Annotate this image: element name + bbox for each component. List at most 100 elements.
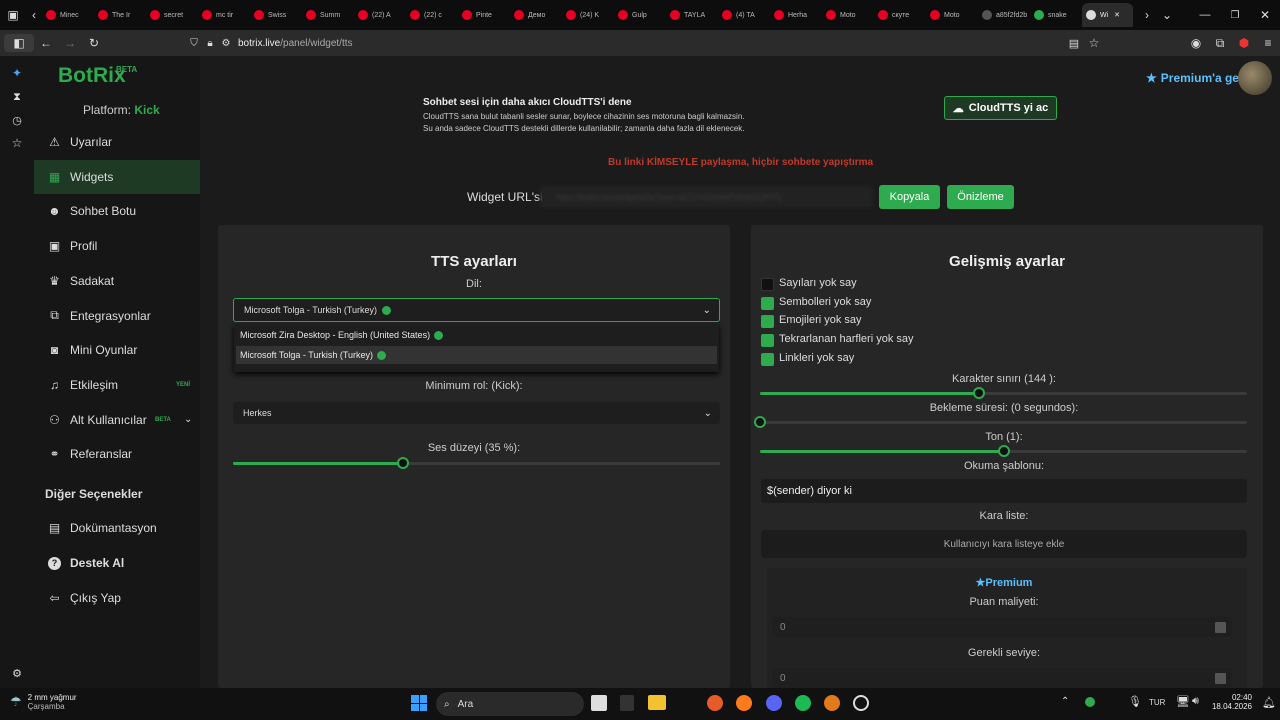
cloudtts-open-button[interactable]: ☁ CloudTTS yi ac [944,96,1057,120]
sidebar-item-referanslar[interactable]: ⚭ Referanslar [34,437,200,471]
stepper-icon[interactable] [1215,672,1226,684]
browser-app-icon[interactable] [707,695,723,711]
close-window-icon[interactable]: ✕ [1250,8,1280,22]
widget-url-input[interactable]: https://botrix.live/widgets/tts/?pas=sk7… [540,186,873,208]
preview-button[interactable]: Önizleme [947,185,1014,209]
browser-tab[interactable]: The Ir [94,3,145,27]
minimize-icon[interactable]: — [1190,9,1220,21]
browser-tab[interactable]: TAYLA [666,3,717,27]
browser-tab[interactable]: (4) TA [718,3,769,27]
file-explorer-icon[interactable] [648,695,666,710]
network-icon[interactable]: 🖥︎ [1176,695,1190,708]
cost-input[interactable]: 0 [772,617,1232,637]
reader-mode-icon[interactable]: ▤ [1064,37,1084,50]
bookmark-star-icon[interactable]: ☆ [1084,36,1104,50]
ai-sparkle-icon[interactable]: ✦ [8,64,26,82]
site-settings-icon[interactable]: ⚙ [218,38,234,49]
clock[interactable]: 02:40 18.04.2026 [1210,693,1252,711]
settings-gear-icon[interactable]: ⚙ [8,664,26,682]
input-language[interactable]: TUR [1149,698,1165,707]
language-option[interactable]: Microsoft Zira Desktop - English (United… [236,326,717,344]
browser-tab[interactable]: Gulp [614,3,665,27]
browser-tab[interactable]: скуте [874,3,925,27]
sidebar-item-widgets[interactable]: ▦ Widgets [34,159,200,194]
browser-tab[interactable]: Minec [42,3,93,27]
steam-icon[interactable] [853,695,869,711]
sidebar-item-profil[interactable]: ▣ Profil [34,229,200,263]
tray-chevron-icon[interactable]: ⌃ [1061,696,1069,707]
browser-tab[interactable]: Moto [926,3,977,27]
sidebar-item-uyar-lar[interactable]: ⚠ Uyarılar [34,125,200,159]
slider-handle[interactable] [754,416,766,428]
tab-close-icon[interactable]: ✕ [1114,11,1120,19]
checkbox[interactable] [761,278,774,291]
browser-tab[interactable]: Pinte [458,3,509,27]
sidebar-item-logout[interactable]: ⇦ Çıkış Yap [34,581,200,615]
avatar[interactable] [1238,61,1272,95]
tab-actions-icon[interactable]: ▣ [0,8,26,22]
browser-tab[interactable]: mc tir [198,3,249,27]
checkbox[interactable] [761,352,774,366]
bookmarks-icon[interactable]: ☆ [8,134,26,152]
sidebar-item-entegrasyonlar[interactable]: ⧉ Entegrasyonlar [34,299,200,333]
stepper-icon[interactable] [1215,621,1226,633]
browser-tab[interactable]: Herha [770,3,821,27]
taskbar-search[interactable]: ⌕ Ara [436,692,584,716]
template-input[interactable]: $(sender) diyor ki [761,479,1247,503]
windows-start-icon[interactable] [411,695,427,711]
browser-tab[interactable]: (22) A [354,3,405,27]
language-option[interactable]: Microsoft Tolga - Turkish (Turkey) [236,346,717,364]
sidebar-item-help[interactable]: ? Destek Al [34,546,200,580]
sidebar-item-mini-oyunlar[interactable]: ◙ Mini Oyunlar [34,333,200,367]
discord-icon[interactable] [766,695,782,711]
volume-icon[interactable]: 🔊︎ [1192,695,1199,708]
browser-tab[interactable]: Wi ✕ [1082,3,1133,27]
sidebar-item-sohbet-botu[interactable]: ☻ Sohbet Botu [34,194,200,228]
tab-list-chevron-icon[interactable]: ⌄ [1157,8,1177,22]
checkbox[interactable] [761,296,774,310]
clock-icon[interactable]: ◷ [8,111,26,129]
checkbox[interactable] [761,334,774,348]
menu-icon[interactable]: ≡ [1256,36,1280,50]
forward-icon[interactable]: → [58,36,82,50]
premium-upgrade-link[interactable]: ★ Premium'a geç [1146,71,1246,85]
min-role-select[interactable]: Herkes ⌄ [233,402,720,424]
sidebar-toggle-icon[interactable]: ◧ [4,34,34,52]
task-view-icon[interactable] [591,695,607,711]
notifications-icon[interactable]: ⬢ [1232,36,1256,50]
slider-handle[interactable] [997,445,1010,457]
slider-track[interactable] [760,421,1247,424]
blacklist-input[interactable]: Kullanıcıyı kara listeye ekle [761,530,1247,558]
browser-tab[interactable]: Summ [302,3,353,27]
sidebar-item-alt-kullan-c-lar[interactable]: ⚇ Alt Kullanıcılar BETA ⌄ [34,403,200,437]
url-field[interactable]: botrix.live/panel/widget/tts [238,38,353,49]
browser-tab[interactable]: (22) c [406,3,457,27]
level-input[interactable]: 0 [772,668,1232,688]
tab-scroll-left-icon[interactable]: ‹ [26,8,42,22]
sidebar-item-docs[interactable]: ▤ Dokümantasyon [34,511,200,545]
browser-tab[interactable]: Moto [822,3,873,27]
reload-icon[interactable]: ↻ [82,36,106,50]
browser-tab[interactable]: a85f2fd2b [978,3,1029,27]
shield-icon[interactable]: ⛉ [186,38,202,49]
account-icon[interactable]: ◉ [1184,36,1208,50]
back-icon[interactable]: ← [34,36,58,50]
firefox-icon[interactable] [736,695,752,711]
browser-tab[interactable]: Swiss [250,3,301,27]
tab-scroll-right-icon[interactable]: › [1137,8,1157,22]
checkbox[interactable] [761,315,774,329]
spotify-icon[interactable] [795,695,811,711]
maximize-icon[interactable]: ❐ [1220,10,1250,21]
blender-icon[interactable] [824,695,840,711]
sidebar-item-sadakat[interactable]: ♛ Sadakat [34,264,200,298]
microphone-icon[interactable]: 🎙︎ [1128,695,1142,708]
browser-tab[interactable]: (24) K [562,3,613,27]
browser-tab[interactable]: secret [146,3,197,27]
sidebar-item-etkile-im[interactable]: ♫ Etkileşim YENİ [34,368,200,402]
tray-app-icon[interactable] [1085,697,1095,707]
browser-tab[interactable]: snake [1030,3,1081,27]
browser-tab[interactable]: Демо [510,3,561,27]
copy-button[interactable]: Kopyala [879,185,940,209]
extensions-icon[interactable]: ⧉ [1208,36,1232,51]
app-icon[interactable] [620,695,634,711]
